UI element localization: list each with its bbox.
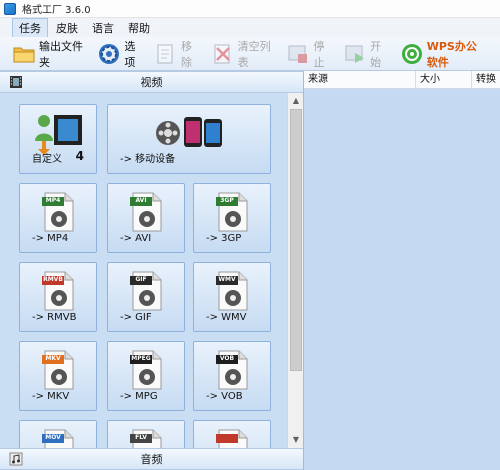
video-section-title: 视频 [140, 76, 163, 89]
scroll-thumb[interactable] [290, 109, 302, 371]
scroll-up-arrow-icon[interactable]: ▲ [289, 94, 303, 108]
custom-tile[interactable]: 自定义 4 [19, 104, 97, 174]
format-tile-mp4[interactable]: MP4 -> MP4 [19, 183, 97, 253]
task-list-panel: 来源 大小 转换 [303, 71, 500, 470]
menu-bar: 任务 皮肤 语言 帮助 [0, 17, 500, 38]
flv-badge: FLV [135, 434, 147, 441]
gear-icon [97, 42, 121, 66]
clear-list-icon [211, 42, 235, 66]
format-tile-gif[interactable]: GIF -> GIF [107, 262, 185, 332]
vob-badge: VOB [219, 355, 235, 362]
gif-label: -> GIF [120, 312, 152, 323]
stop-label: 停止 [313, 39, 325, 69]
wps-button[interactable]: WPS办公软件 [400, 39, 486, 69]
mpeg-badge: MPEG [131, 355, 151, 362]
options-button[interactable]: 选项 [97, 39, 140, 69]
output-folder-button[interactable]: 输出文件夹 [12, 39, 83, 69]
remove-button[interactable]: 移除 [154, 39, 197, 69]
start-label: 开始 [370, 39, 382, 69]
menu-language[interactable]: 语言 [86, 19, 120, 37]
audio-section-title: 音频 [140, 453, 163, 466]
menu-skin[interactable]: 皮肤 [50, 19, 84, 37]
grid-scrollbar[interactable]: ▲ ▼ [287, 93, 303, 448]
mobile-device-icon [156, 117, 222, 147]
menu-task[interactable]: 任务 [12, 17, 48, 38]
avi-label: -> AVI [120, 233, 152, 244]
category-panel: 视频 自定义 4 -> 移动设备 MP4 -> MP4 AVI -> AVI 3… [0, 71, 303, 470]
window-title: 格式工厂 3.6.0 [22, 5, 91, 16]
mp4-badge: MP4 [45, 197, 61, 204]
custom-count: 4 [75, 149, 84, 163]
clear-list-label: 清空列表 [237, 39, 271, 69]
vob-label: -> VOB [206, 391, 243, 402]
mp4-label: -> MP4 [32, 233, 69, 244]
video-format-grid: 自定义 4 -> 移动设备 MP4 -> MP4 AVI -> AVI 3GP -> 3G… [0, 93, 287, 448]
options-label: 选项 [124, 39, 136, 69]
custom-label: 自定义 [32, 154, 62, 165]
format-tile-mov[interactable]: MOV [19, 420, 97, 448]
audio-section-header[interactable]: 音频 [0, 448, 303, 470]
wps-label: WPS办公软件 [426, 39, 477, 69]
column-source[interactable]: 来源 [304, 71, 416, 89]
format-tile-mkv[interactable]: MKV -> MKV [19, 341, 97, 411]
3gp-label: -> 3GP [206, 233, 242, 244]
gif-badge: GIF [135, 276, 147, 283]
column-convert[interactable]: 转换 [472, 71, 500, 89]
film-icon [9, 75, 23, 89]
folder-icon [12, 42, 36, 66]
format-tile-flv[interactable]: FLV [107, 420, 185, 448]
video-section-header[interactable]: 视频 [0, 71, 303, 93]
mov-badge: MOV [45, 434, 61, 441]
rmvb-label: -> RMVB [32, 312, 77, 323]
start-icon [343, 42, 367, 66]
column-size[interactable]: 大小 [416, 71, 472, 89]
format-tile-wmv[interactable]: WMV -> WMV [193, 262, 271, 332]
stop-icon [286, 42, 310, 66]
wmv-label: -> WMV [206, 312, 247, 323]
3gp-badge: 3GP [220, 197, 234, 204]
format-tile-format[interactable] [193, 420, 271, 448]
app-icon [4, 2, 16, 15]
scroll-down-arrow-icon[interactable]: ▼ [289, 433, 303, 447]
mobile-device-label: -> 移动设备 [120, 154, 176, 165]
avi-badge: AVI [135, 197, 147, 204]
format-tile-vob[interactable]: VOB -> VOB [193, 341, 271, 411]
mkv-label: -> MKV [32, 391, 70, 402]
clear-list-button[interactable]: 清空列表 [211, 39, 273, 69]
format-tile-3gp[interactable]: 3GP -> 3GP [193, 183, 271, 253]
output-folder-label: 输出文件夹 [39, 39, 83, 69]
title-bar: 格式工厂 3.6.0 [0, 0, 500, 18]
stop-button[interactable]: 停止 [286, 39, 329, 69]
wps-logo-icon [400, 42, 424, 66]
start-button[interactable]: 开始 [343, 39, 386, 69]
menu-help[interactable]: 帮助 [122, 19, 156, 37]
mobile-device-tile[interactable]: -> 移动设备 [107, 104, 271, 174]
remove-label: 移除 [181, 39, 192, 69]
format-file-icon [216, 429, 248, 448]
rmvb-badge: RMVB [43, 276, 63, 283]
mpeg-label: -> MPG [120, 391, 158, 402]
mkv-badge: MKV [45, 355, 61, 362]
remove-icon [154, 42, 178, 66]
music-note-icon [9, 452, 23, 466]
format-tile-mpeg[interactable]: MPEG -> MPG [107, 341, 185, 411]
format-tile-avi[interactable]: AVI -> AVI [107, 183, 185, 253]
format-tile-rmvb[interactable]: RMVB -> RMVB [19, 262, 97, 332]
wmv-badge: WMV [218, 276, 236, 283]
toolbar: 输出文件夹 选项 移除 清空列表 停止 开始 WPS办公软件 [0, 37, 500, 71]
